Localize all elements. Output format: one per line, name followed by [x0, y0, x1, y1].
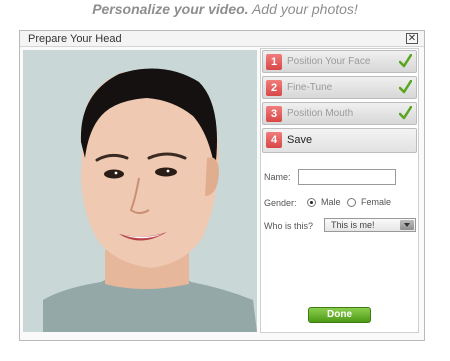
- done-button[interactable]: Done: [308, 307, 371, 323]
- who-select[interactable]: This is me!: [324, 218, 416, 232]
- close-icon[interactable]: ✕: [406, 33, 418, 44]
- step-label: Position Your Face: [287, 56, 371, 67]
- banner-rest-text: Add your photos!: [251, 1, 358, 17]
- who-label: Who is this?: [264, 221, 314, 231]
- step-position-face[interactable]: 1 Position Your Face: [262, 50, 417, 73]
- gender-male-label: Male: [321, 197, 341, 207]
- gender-female-label: Female: [361, 197, 392, 207]
- dialog-titlebar: Prepare Your Head ✕: [20, 31, 424, 47]
- gender-male-radio[interactable]: [307, 198, 316, 207]
- who-select-value: This is me!: [331, 220, 375, 230]
- banner-bold-text: Personalize your video.: [92, 1, 249, 17]
- gender-female-radio[interactable]: [347, 198, 356, 207]
- head-photo-preview[interactable]: [23, 50, 257, 332]
- prepare-head-dialog: Prepare Your Head ✕ 1 Position Your Face…: [19, 30, 425, 341]
- step-number-badge: 2: [266, 80, 282, 96]
- head-photo-image: [23, 50, 257, 332]
- step-label: Save: [287, 134, 313, 146]
- step-number-badge: 1: [266, 54, 282, 70]
- page-banner: Personalize your video. Add your photos!: [0, 0, 450, 20]
- step-position-mouth[interactable]: 3 Position Mouth: [262, 102, 417, 125]
- step-label: Position Mouth: [287, 108, 354, 119]
- steps-panel: 1 Position Your Face 2 Fine-Tune 3 Posit…: [260, 48, 419, 333]
- name-input[interactable]: [298, 169, 396, 185]
- check-icon: [399, 106, 412, 120]
- check-icon: [399, 54, 412, 68]
- step-number-badge: 4: [266, 132, 282, 148]
- chevron-down-icon: [400, 220, 414, 230]
- step-number-badge: 3: [266, 106, 282, 122]
- step-fine-tune[interactable]: 2 Fine-Tune: [262, 76, 417, 99]
- step-label: Fine-Tune: [287, 82, 333, 93]
- gender-label: Gender:: [264, 198, 297, 208]
- check-icon: [399, 80, 412, 94]
- step-save[interactable]: 4 Save: [262, 128, 417, 153]
- name-label: Name:: [264, 172, 291, 182]
- dialog-title: Prepare Your Head: [28, 33, 122, 45]
